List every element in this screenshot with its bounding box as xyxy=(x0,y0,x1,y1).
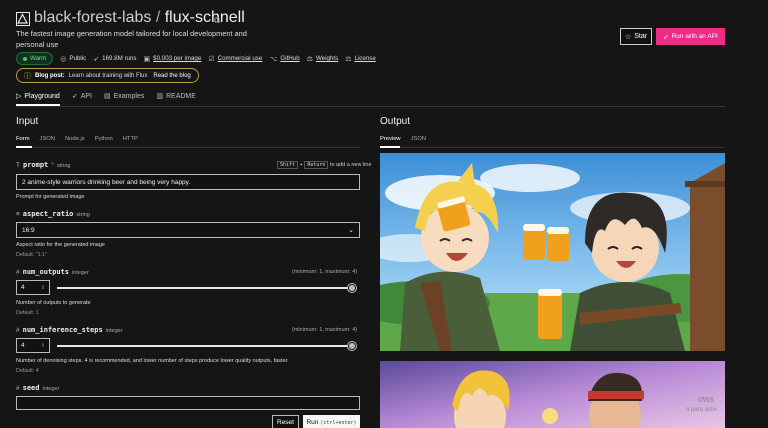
tab-output-json[interactable]: JSON xyxy=(411,136,426,142)
tab-http[interactable]: HTTP xyxy=(123,136,138,142)
prompt-input[interactable]: 2 anime-style warriors drinking beer and… xyxy=(16,174,360,190)
github-link[interactable]: ⌥ GitHub xyxy=(269,55,299,63)
prompt-label: T prompt * string xyxy=(16,161,71,169)
input-format-tabs: Form JSON Node.js Python HTTP xyxy=(16,136,138,142)
input-tabs-divider xyxy=(16,147,360,148)
num-inference-steps-default: Default: 4 xyxy=(16,368,39,374)
input-heading: Input xyxy=(16,116,39,127)
copy-icon[interactable]: ⧉ xyxy=(214,15,220,26)
price-link[interactable]: ▣ $0.003 per image xyxy=(144,55,202,63)
tab-json[interactable]: JSON xyxy=(40,136,55,142)
num-outputs-default: Default: 1 xyxy=(16,310,39,316)
tab-readme[interactable]: ▥ README xyxy=(156,92,196,101)
tab-examples[interactable]: ▤ Examples xyxy=(103,92,144,101)
active-tab-indicator xyxy=(16,104,60,106)
weights-icon: ⚖ xyxy=(306,55,313,63)
stepper-icon[interactable]: ⇕ xyxy=(41,285,45,291)
license-icon: ⚖ xyxy=(345,55,352,63)
blog-prefix: Blog post: xyxy=(35,72,65,79)
watermark-line-2: n para activ xyxy=(686,407,718,413)
form-tab-indicator xyxy=(16,146,32,148)
num-outputs-range: (minimum: 1, maximum: 4) xyxy=(292,269,358,275)
play-icon: ▷ xyxy=(16,93,22,100)
main-tabs: ▷ Playground ➶ API ▤ Examples ▥ README xyxy=(16,92,196,101)
aspect-ratio-default: Default: "1:1" xyxy=(16,252,47,258)
tab-python[interactable]: Python xyxy=(95,136,113,142)
preview-tab-indicator xyxy=(380,146,400,148)
status-badge: Warm xyxy=(16,52,54,65)
blog-text: Learn about training with Flux xyxy=(68,72,148,79)
stepper-icon[interactable]: ⇕ xyxy=(41,343,45,349)
runs-info: ➶ 169.8M runs xyxy=(93,55,137,63)
newline-hint: Shift + Return to add a new line xyxy=(277,161,372,169)
star-icon: ☆ xyxy=(624,33,632,41)
tab-playground[interactable]: ▷ Playground xyxy=(16,92,60,101)
num-outputs-input[interactable]: 4 ⇕ xyxy=(16,280,50,295)
seed-label: # seed integer xyxy=(16,384,60,392)
watermark-line-1: ows xyxy=(698,394,715,404)
rocket-icon: ➶ xyxy=(71,93,78,100)
num-outputs-description: Number of outputs to generate xyxy=(16,300,91,306)
visibility-info: ◎ Public xyxy=(60,55,87,63)
num-outputs-slider[interactable] xyxy=(57,287,356,289)
check-icon: ☑ xyxy=(208,55,215,63)
tabs-divider xyxy=(16,106,725,107)
status-dot-icon xyxy=(23,56,27,61)
info-icon: ⓘ xyxy=(24,72,31,80)
hash-icon: # xyxy=(16,269,20,276)
tab-nodejs[interactable]: Node.js xyxy=(65,136,85,142)
replicate-logo[interactable] xyxy=(16,12,30,26)
list-icon: ≡ xyxy=(16,211,20,218)
num-inference-steps-description: Number of denoising steps. 4 is recommen… xyxy=(16,358,289,364)
blog-link[interactable]: Read the blog xyxy=(153,73,190,79)
globe-icon: ◎ xyxy=(60,55,67,63)
tab-api[interactable]: ➶ API xyxy=(71,92,92,101)
license-link[interactable]: ⚖ License xyxy=(345,55,376,63)
num-inference-steps-slider[interactable] xyxy=(57,345,356,347)
github-icon: ⌥ xyxy=(269,55,278,63)
output-image-1[interactable] xyxy=(380,153,725,351)
model-meta: Warm ◎ Public ➶ 169.8M runs ▣ $0.003 per im… xyxy=(16,52,376,65)
hash-icon: # xyxy=(16,385,20,392)
title-separator: / xyxy=(155,9,161,26)
price-icon: ▣ xyxy=(143,55,151,63)
aspect-ratio-select[interactable]: 16:9 ⌄ xyxy=(16,222,360,238)
model-name: flux-schnell xyxy=(164,9,245,26)
reset-button[interactable]: Reset xyxy=(272,415,299,428)
tab-form[interactable]: Form xyxy=(16,136,30,142)
prompt-description: Prompt for generated image xyxy=(16,194,85,200)
num-outputs-label: # num_outputs integer xyxy=(16,268,89,276)
rocket-icon: ➶ xyxy=(663,33,669,41)
output-heading: Output xyxy=(380,116,411,127)
commercial-use-link[interactable]: ☑ Commercial use xyxy=(208,55,262,63)
num-inference-steps-range: (minimum: 1, maximum: 4) xyxy=(292,327,358,333)
seed-input[interactable] xyxy=(16,396,360,410)
rocket-icon: ➶ xyxy=(93,55,100,63)
blog-banner[interactable]: ⓘ Blog post: Learn about training with F… xyxy=(16,68,199,83)
run-with-api-button[interactable]: ➶ Run with an API xyxy=(656,28,725,45)
aspect-ratio-label: ≡ aspect_ratio string xyxy=(16,210,90,218)
num-inference-steps-input[interactable]: 4 ⇕ xyxy=(16,338,50,353)
num-inference-steps-slider-thumb[interactable] xyxy=(348,342,356,350)
chevron-down-icon: ⌄ xyxy=(348,227,354,234)
num-inference-steps-label: # num_inference_steps integer xyxy=(16,326,123,334)
model-description: The fastest image generation model tailo… xyxy=(16,29,247,49)
examples-icon: ▤ xyxy=(103,93,111,100)
tab-preview[interactable]: Preview xyxy=(380,136,401,142)
num-outputs-slider-thumb[interactable] xyxy=(348,284,356,292)
run-button[interactable]: Run (ctrl+enter) xyxy=(303,415,360,428)
output-image-2[interactable] xyxy=(380,361,725,428)
hash-icon: # xyxy=(16,327,20,334)
aspect-ratio-description: Aspect ratio for the generated image xyxy=(16,242,105,248)
weights-link[interactable]: ⚖ Weights xyxy=(307,55,339,63)
star-button[interactable]: ☆ Star xyxy=(620,28,652,45)
output-tabs-divider xyxy=(380,147,725,148)
readme-icon: ▥ xyxy=(156,93,163,100)
output-tabs: Preview JSON xyxy=(380,136,426,142)
owner-link[interactable]: black-forest-labs xyxy=(34,9,151,26)
text-icon: T xyxy=(16,162,20,169)
